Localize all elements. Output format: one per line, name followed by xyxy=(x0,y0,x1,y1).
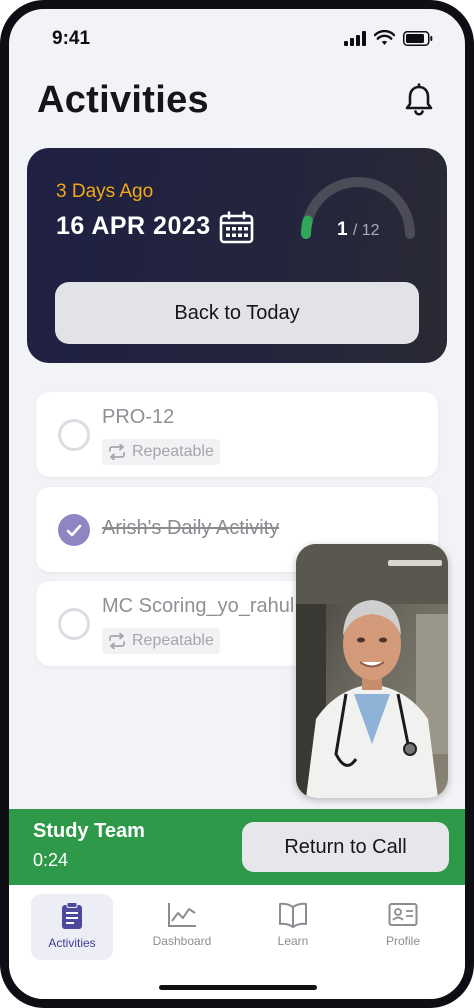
progress-total: / 12 xyxy=(352,222,380,239)
gauge-fill xyxy=(301,215,313,239)
call-duration: 0:24 xyxy=(33,850,69,870)
chart-icon xyxy=(168,903,196,927)
bell-icon[interactable] xyxy=(403,83,435,117)
activity-checkbox-checked[interactable] xyxy=(58,514,90,546)
status-time: 9:41 xyxy=(52,28,91,49)
progress-count: 1 / 12 xyxy=(337,219,380,241)
nav-item-activities[interactable]: Activities xyxy=(31,894,113,960)
activity-name: MC Scoring_yo_rahul xyxy=(102,595,295,617)
repeatable-tag: Repeatable xyxy=(102,439,220,465)
calendar-icon[interactable] xyxy=(219,211,254,244)
id-card-icon xyxy=(388,903,418,926)
ongoing-call-bar: Study Team 0:24 Return to Call xyxy=(9,809,465,885)
tag-label: Repeatable xyxy=(132,443,214,460)
video-call-tile[interactable] xyxy=(296,544,448,798)
bottom-nav: Activities Dashboard Learn Profile xyxy=(9,885,465,999)
repeat-icon xyxy=(109,633,125,649)
check-icon xyxy=(66,524,82,536)
activity-name: PRO-12 xyxy=(102,406,175,428)
progress-current: 1 xyxy=(337,219,348,240)
back-to-today-button[interactable]: Back to Today xyxy=(55,282,419,344)
current-date: 16 APR 2023 xyxy=(56,212,211,240)
nav-label: Learn xyxy=(277,934,309,948)
repeatable-tag: Repeatable xyxy=(102,628,220,654)
nav-item-learn[interactable]: Learn xyxy=(252,894,334,960)
page-title: Activities xyxy=(37,79,209,121)
book-icon xyxy=(279,902,307,928)
battery-icon xyxy=(403,30,433,46)
nav-label: Profile xyxy=(385,934,420,948)
phone-frame: 9:41 Activities 3 Days Ago 16 APR 2023 1… xyxy=(0,0,474,1008)
return-to-call-button[interactable]: Return to Call xyxy=(242,822,449,872)
activity-checkbox[interactable] xyxy=(58,608,90,640)
status-icons xyxy=(344,30,433,46)
video-feed xyxy=(296,544,448,798)
clipboard-icon xyxy=(62,902,82,929)
activity-checkbox[interactable] xyxy=(58,419,90,451)
wifi-icon xyxy=(374,30,395,45)
home-indicator xyxy=(159,985,317,990)
activity-item-pro-12[interactable]: PRO-12 Repeatable xyxy=(36,392,438,477)
nav-label: Activities xyxy=(48,936,96,950)
repeat-icon xyxy=(109,444,125,460)
activity-name: Arish's Daily Activity xyxy=(102,517,280,539)
date-card: 3 Days Ago 16 APR 2023 1 / 12 Back to To… xyxy=(27,148,447,363)
nav-item-dashboard[interactable]: Dashboard xyxy=(141,894,223,960)
tag-label: Repeatable xyxy=(132,632,214,649)
nav-label: Dashboard xyxy=(152,934,212,948)
signal-icon xyxy=(344,30,366,46)
nav-item-profile[interactable]: Profile xyxy=(362,894,444,960)
call-team-name: Study Team xyxy=(33,820,145,842)
relative-date-label: 3 Days Ago xyxy=(56,181,154,202)
